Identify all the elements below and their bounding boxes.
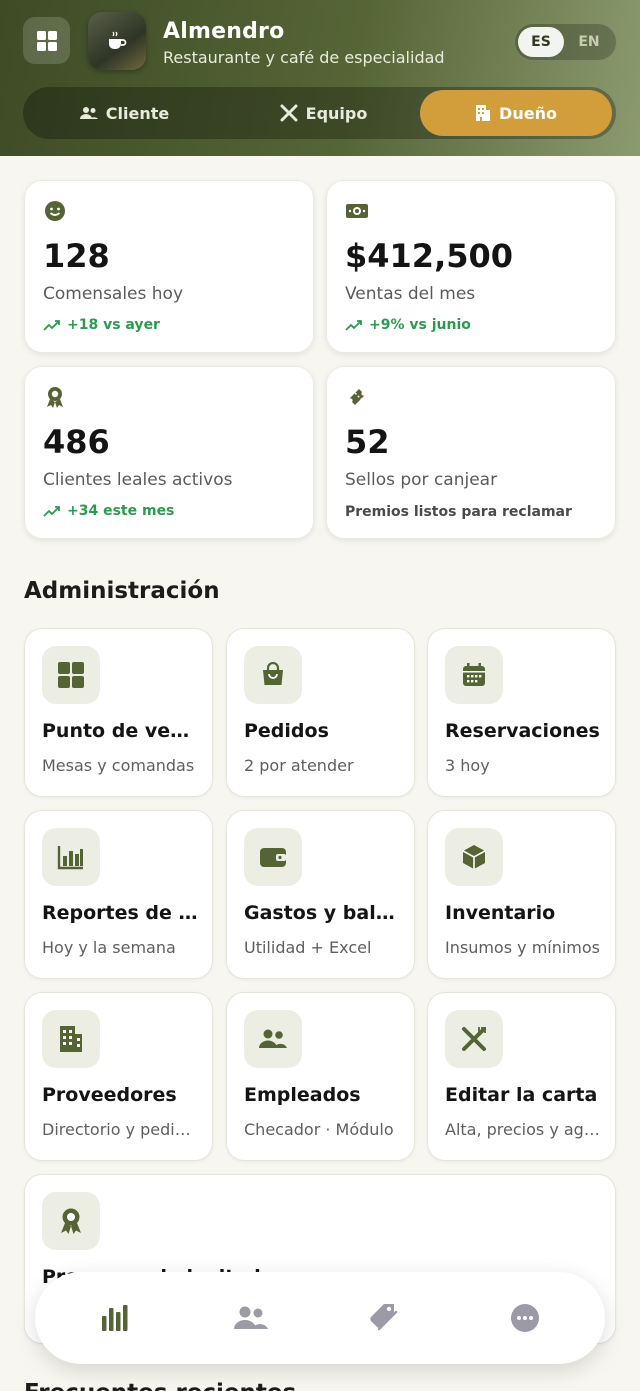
tile-subtitle: Utilidad + Excel: [244, 938, 372, 957]
stat-value: 128: [43, 237, 110, 275]
nav-mas[interactable]: [501, 1294, 549, 1342]
bar-chart-icon: [102, 1305, 128, 1331]
tile-subtitle: 3 hoy: [445, 756, 490, 775]
tile-gastos-y-balance[interactable]: Gastos y balance Utilidad + Excel: [226, 810, 415, 979]
grid-icon: [36, 30, 57, 51]
grid-icon: [58, 662, 84, 688]
tile-title: Pedidos: [244, 720, 329, 742]
nav-dashboard[interactable]: [91, 1294, 139, 1342]
users-icon: [79, 107, 98, 119]
tile-reportes-de-ventas[interactable]: Reportes de ventas Hoy y la semana: [24, 810, 213, 979]
tile-editar-la-carta[interactable]: Editar la carta Alta, precios y agotados: [427, 992, 616, 1161]
money-icon: [346, 204, 368, 218]
lang-option-en[interactable]: EN: [566, 27, 612, 57]
tab-dueno-label: Dueño: [499, 103, 557, 123]
tile-reservaciones[interactable]: Reservaciones 3 hoy: [427, 628, 616, 797]
app-title: Almendro: [163, 19, 285, 44]
bottom-navigation: [35, 1272, 605, 1364]
tile-subtitle: Checador · Módulo: [244, 1120, 394, 1139]
tab-equipo-label: Equipo: [305, 103, 368, 123]
tile-title: Inventario: [445, 902, 556, 924]
stat-label: Comensales hoy: [43, 284, 184, 304]
stat-card-comensales: 128 Comensales hoy +18 vs ayer: [24, 180, 314, 353]
tile-subtitle: Hoy y la semana: [42, 938, 176, 957]
tile-subtitle: 2 por atender: [244, 756, 354, 775]
tile-title: Gastos y balance: [244, 902, 401, 924]
role-switcher: Cliente Equipo Dueño: [23, 87, 616, 139]
utensils-icon: [462, 1027, 486, 1051]
tile-empleados[interactable]: Empleados Checador · Módulo: [226, 992, 415, 1161]
stat-card-sellos: 52 Sellos por canjear Premios listos par…: [326, 366, 616, 539]
stat-label: Clientes leales activos: [43, 470, 233, 490]
tag-icon: [370, 1304, 398, 1331]
building-icon: [476, 105, 491, 121]
language-toggle: ES EN: [514, 23, 617, 61]
section-title-administracion: Administración: [24, 578, 220, 604]
tile-subtitle: Alta, precios y agotados: [445, 1120, 602, 1139]
award-icon: [61, 1208, 81, 1234]
tab-dueno[interactable]: Dueño: [420, 90, 612, 136]
bag-icon: [263, 662, 283, 685]
stat-trend: +18 vs ayer: [43, 317, 160, 333]
box-icon: [462, 845, 486, 869]
trend-up-icon: [43, 320, 60, 331]
nav-promociones[interactable]: [363, 1294, 411, 1342]
tile-title: Reservaciones: [445, 720, 600, 742]
stat-card-ventas: $412,500 Ventas del mes +9% vs junio: [326, 180, 616, 353]
utensils-icon: [280, 104, 298, 122]
section-title-frecuentes: Frecuentes recientes: [24, 1380, 296, 1391]
building-icon: [60, 1026, 82, 1052]
tile-subtitle: Insumos y mínimos: [445, 938, 601, 957]
stat-value: $412,500: [345, 237, 514, 275]
users-icon: [259, 1029, 287, 1048]
app-header: Almendro Restaurante y café de especiali…: [0, 0, 640, 156]
app-subtitle: Restaurante y café de especialidad: [163, 48, 445, 67]
restaurant-logo: [88, 12, 146, 70]
stat-label: Ventas del mes: [345, 284, 476, 304]
coffee-cup-icon: [109, 31, 127, 49]
tile-title: Reportes de ventas: [42, 902, 199, 924]
tile-punto-de-venta[interactable]: Punto de venta Mesas y comandas: [24, 628, 213, 797]
stat-trend: +34 este mes: [43, 503, 174, 519]
tile-pedidos[interactable]: Pedidos 2 por atender: [226, 628, 415, 797]
tab-cliente[interactable]: Cliente: [27, 90, 222, 136]
tile-inventario[interactable]: Inventario Insumos y mínimos: [427, 810, 616, 979]
stat-label: Sellos por canjear: [345, 470, 498, 490]
tile-title: Empleados: [244, 1084, 361, 1106]
tile-title: Punto de venta: [42, 720, 199, 742]
tile-title: Editar la carta: [445, 1084, 598, 1106]
stat-value: 52: [345, 423, 390, 461]
stat-trend: +9% vs junio: [345, 317, 471, 333]
stat-value: 486: [43, 423, 110, 461]
tile-proveedores[interactable]: Proveedores Directorio y pedidos: [24, 992, 213, 1161]
tile-title: Proveedores: [42, 1084, 177, 1106]
ticket-icon: [349, 389, 365, 405]
apps-grid-button[interactable]: [23, 17, 70, 64]
stat-card-clientes-leales: 486 Clientes leales activos +34 este mes: [24, 366, 314, 539]
calendar-icon: [463, 663, 485, 686]
trend-up-icon: [43, 506, 60, 517]
tile-subtitle: Directorio y pedidos: [42, 1120, 199, 1139]
trend-up-icon: [345, 320, 362, 331]
stat-note: Premios listos para reclamar: [345, 504, 572, 520]
more-icon: [511, 1304, 539, 1332]
award-icon: [47, 387, 63, 408]
tab-cliente-label: Cliente: [105, 103, 170, 123]
tab-equipo[interactable]: Equipo: [226, 90, 421, 136]
chart-icon: [57, 846, 83, 870]
smile-icon: [45, 201, 65, 221]
wallet-icon: [260, 848, 286, 867]
tile-subtitle: Mesas y comandas: [42, 756, 195, 775]
users-icon: [234, 1306, 268, 1329]
lang-option-es[interactable]: ES: [518, 27, 564, 57]
nav-clientes[interactable]: [227, 1294, 275, 1342]
